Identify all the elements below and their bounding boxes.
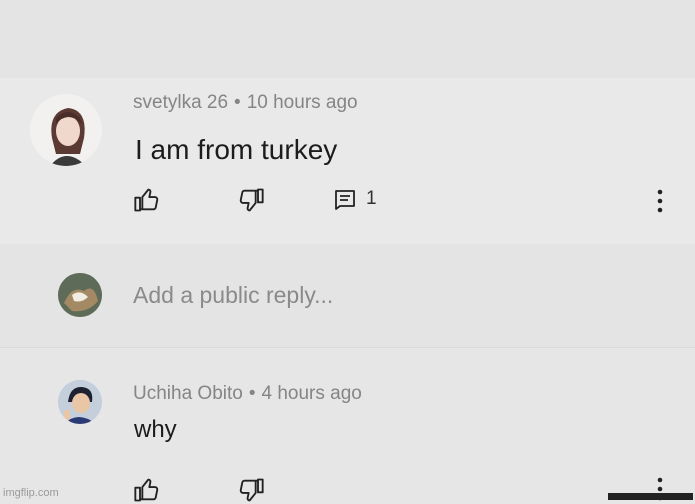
thumbs-up-icon[interactable] <box>133 186 161 214</box>
replier-avatar[interactable] <box>58 380 102 424</box>
comment-icon[interactable] <box>333 188 357 212</box>
reply-input[interactable]: Add a public reply... <box>133 282 333 309</box>
reply-time[interactable]: 4 hours ago <box>262 383 362 404</box>
commenter-avatar[interactable] <box>30 94 102 166</box>
reply-input-row: Add a public reply... <box>0 244 695 347</box>
user-avatar <box>58 273 102 317</box>
reply-author[interactable]: Uchiha Obito <box>133 383 243 404</box>
reply-text: why <box>134 416 177 443</box>
comment-time[interactable]: 10 hours ago <box>247 92 358 113</box>
meta-separator: • <box>248 383 256 404</box>
reply-count[interactable]: 1 <box>366 188 377 210</box>
thumbs-down-icon[interactable] <box>237 186 265 214</box>
top-area <box>0 0 695 78</box>
comment-meta: svetylka 26 • 10 hours ago <box>133 92 358 114</box>
reply-meta: Uchiha Obito • 4 hours ago <box>133 383 362 405</box>
watermark: imgflip.com <box>3 487 59 499</box>
comment-author[interactable]: svetylka 26 <box>133 92 228 113</box>
comment-text: I am from turkey <box>135 134 338 165</box>
meta-separator: • <box>234 92 241 113</box>
comment: svetylka 26 • 10 hours ago I am from turke… <box>0 78 695 244</box>
corner-watermark <box>608 493 693 500</box>
more-vert-icon[interactable] <box>650 188 670 214</box>
reply-comment: Uchiha Obito • 4 hours ago why <box>0 347 695 502</box>
